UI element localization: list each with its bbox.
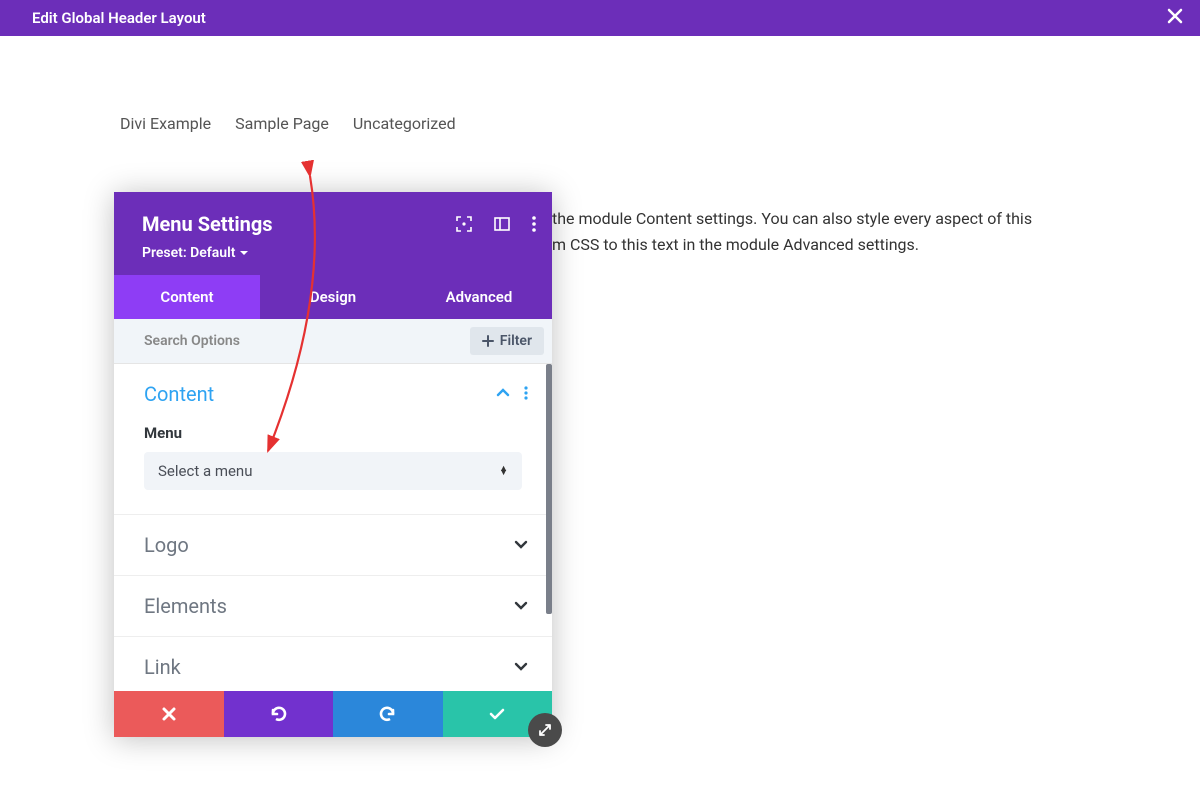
action-bar	[114, 691, 552, 737]
settings-panel: Menu Settings Preset: Default Content De…	[114, 192, 552, 737]
preset-selector[interactable]: Preset: Default	[142, 245, 249, 261]
section-elements-header[interactable]: Elements	[114, 576, 552, 636]
close-icon[interactable]	[1166, 7, 1184, 29]
search-row: Search Options Filter	[114, 319, 552, 364]
top-bar: Edit Global Header Layout	[0, 0, 1200, 36]
chevron-down-icon	[514, 536, 528, 555]
resize-handle[interactable]	[528, 713, 562, 747]
expand-icon[interactable]	[456, 216, 472, 236]
tab-advanced[interactable]: Advanced	[406, 275, 552, 319]
chevron-up-icon	[496, 385, 510, 404]
more-icon[interactable]	[532, 216, 536, 236]
tab-design[interactable]: Design	[260, 275, 406, 319]
section-link-header[interactable]: Link	[114, 637, 552, 691]
chevron-down-icon	[514, 658, 528, 677]
sections: Content Menu Select a menu ▲▼	[114, 364, 552, 691]
section-content-header[interactable]: Content	[114, 364, 552, 424]
nav-item[interactable]: Divi Example	[120, 114, 211, 133]
topbar-title: Edit Global Header Layout	[32, 9, 206, 27]
redo-button[interactable]	[333, 691, 443, 737]
select-caret-icon: ▲▼	[499, 467, 508, 475]
menu-select[interactable]: Select a menu ▲▼	[144, 452, 522, 490]
nav-menu: Divi Example Sample Page Uncategorized	[0, 114, 1200, 133]
panel-header: Menu Settings Preset: Default	[114, 192, 552, 275]
filter-button[interactable]: Filter	[470, 327, 544, 355]
undo-button[interactable]	[224, 691, 334, 737]
search-input[interactable]: Search Options	[144, 333, 240, 349]
section-logo-header[interactable]: Logo	[114, 515, 552, 575]
more-icon[interactable]	[524, 385, 528, 404]
tab-content[interactable]: Content	[114, 275, 260, 319]
section-content-body: Menu Select a menu ▲▼	[114, 424, 552, 514]
cancel-button[interactable]	[114, 691, 224, 737]
scrollbar[interactable]	[546, 364, 552, 614]
panel-tabs: Content Design Advanced	[114, 275, 552, 319]
columns-icon[interactable]	[494, 216, 510, 236]
nav-item[interactable]: Sample Page	[235, 114, 329, 133]
page-body-text: the module Content settings. You can als…	[552, 206, 1032, 257]
menu-field-label: Menu	[144, 424, 522, 442]
nav-item[interactable]: Uncategorized	[353, 114, 456, 133]
chevron-down-icon	[514, 597, 528, 616]
